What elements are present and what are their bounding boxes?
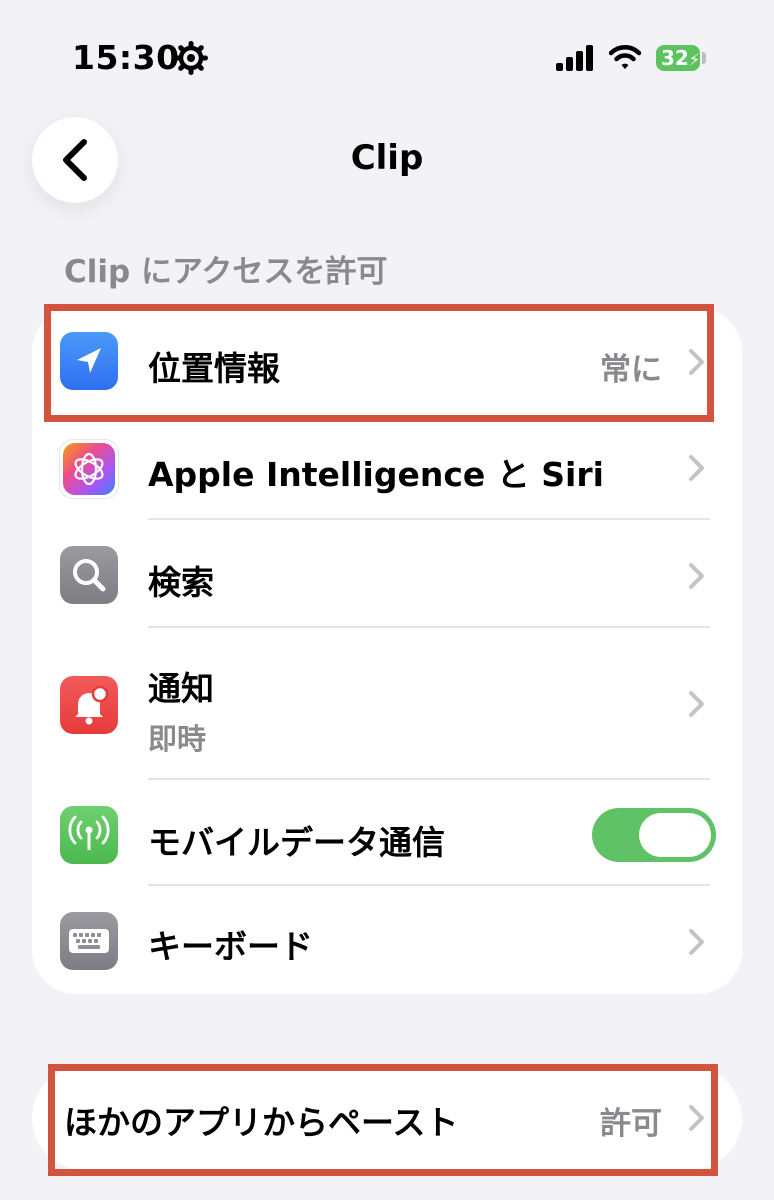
row-sublabel: 即時 [148, 722, 207, 756]
battery-icon: 32⚡ [656, 45, 700, 71]
page-title: Clip [350, 138, 424, 178]
location-row[interactable]: 位置情報 常に [32, 308, 742, 414]
status-bar: 15:30 32⚡ [0, 0, 774, 110]
cellular-signal-icon [556, 45, 593, 71]
row-value: 常に [600, 352, 662, 388]
settings-page: 15:30 32⚡ Clip Clip にアクセスを許可 位置情報 常に App… [0, 0, 774, 1200]
wifi-icon [609, 45, 641, 69]
row-label: ほかのアプリからペースト [64, 1103, 459, 1142]
notification-bell-icon [60, 676, 118, 734]
apple-intelligence-icon [60, 440, 118, 498]
row-label: 位置情報 [148, 349, 280, 388]
section-header: Clip にアクセスを許可 [64, 254, 388, 290]
gear-icon [174, 41, 208, 75]
row-label: Apple Intelligence と Siri [148, 455, 604, 494]
chevron-right-icon [689, 563, 704, 589]
battery-tip [702, 52, 706, 64]
mobile-data-toggle[interactable] [592, 808, 716, 862]
paste-from-other-apps-row[interactable]: ほかのアプリからペースト 許可 [32, 1066, 742, 1170]
search-icon [60, 546, 118, 604]
row-value: 許可 [600, 1106, 662, 1142]
keyboard-row[interactable]: キーボード [32, 886, 742, 994]
row-label: モバイルデータ通信 [148, 823, 445, 862]
toggle-knob [639, 813, 711, 857]
apple-intelligence-row[interactable]: Apple Intelligence と Siri [32, 414, 742, 520]
notifications-row[interactable]: 通知 即時 [32, 628, 742, 780]
status-time: 15:30 [72, 38, 180, 77]
chevron-right-icon [689, 455, 704, 481]
permissions-list: 位置情報 常に Apple Intelligence と Siri 検索 通知 … [32, 308, 742, 994]
chevron-right-icon [689, 1105, 704, 1131]
row-label: 通知 [148, 669, 214, 708]
keyboard-icon [60, 912, 118, 970]
row-label: キーボード [148, 927, 313, 966]
battery-level: 32 [661, 46, 689, 70]
mobile-data-row: モバイルデータ通信 [32, 780, 742, 886]
location-arrow-icon [60, 332, 118, 390]
row-label: 検索 [148, 563, 214, 602]
chevron-right-icon [689, 929, 704, 955]
search-row[interactable]: 検索 [32, 520, 742, 628]
chevron-right-icon [689, 349, 704, 375]
cellular-antenna-icon [60, 806, 118, 864]
chevron-right-icon [689, 691, 704, 717]
